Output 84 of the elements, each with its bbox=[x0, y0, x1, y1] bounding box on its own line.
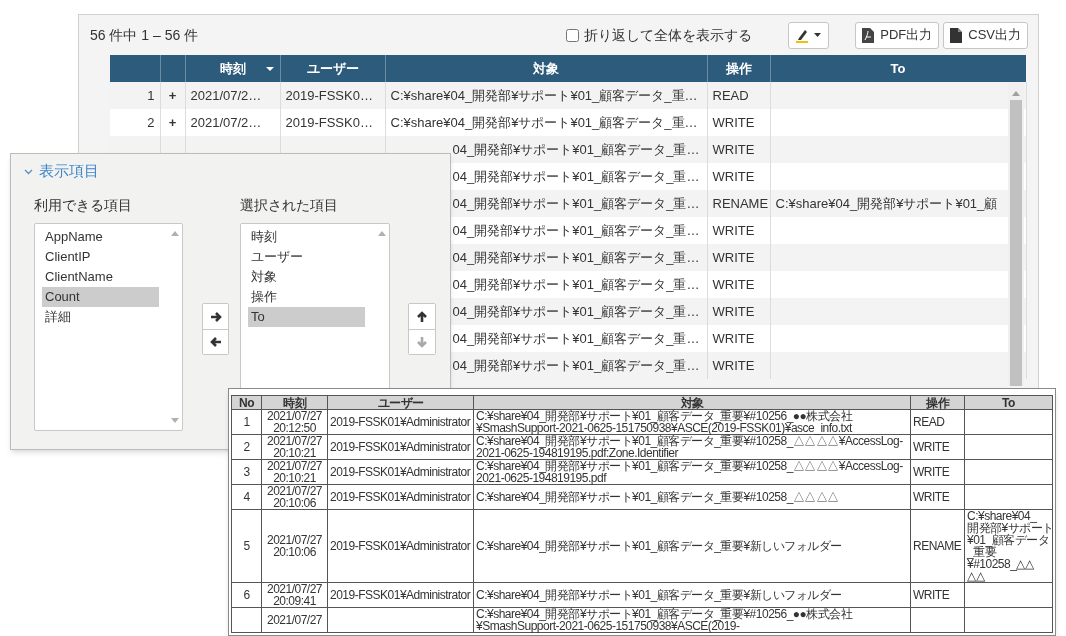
table-cell: 2019-FSSK01¥Administrator bbox=[327, 434, 474, 460]
table-cell: 2021/07/27 20:12:50 bbox=[261, 409, 328, 435]
table-cell: WRITE bbox=[910, 459, 965, 485]
table-cell: WRITE bbox=[707, 352, 770, 379]
table-cell: 2019-FSSK01¥Administrator bbox=[327, 409, 474, 435]
column-header: 操作 bbox=[725, 59, 752, 78]
arrow-up-icon bbox=[415, 309, 429, 324]
expand-toggle[interactable]: + bbox=[168, 87, 177, 103]
expand-toggle[interactable]: + bbox=[168, 114, 177, 130]
list-item[interactable]: 操作 bbox=[248, 287, 365, 307]
list-label: 選択された項目 bbox=[240, 196, 339, 215]
table-cell: 2019-FSSK01¥Administrator bbox=[327, 459, 474, 485]
table-cell: WRITE bbox=[910, 434, 965, 460]
column-header: 時刻 bbox=[261, 395, 328, 410]
list-item[interactable]: Count bbox=[42, 287, 159, 307]
table-cell: C:¥share¥04_開発部¥サポート¥01_顧客データ_重要¥#10256_●●株式会社 ¥SmashSupport-2021-0625-151750938¥ASCE(2019- bbox=[473, 607, 911, 633]
table-cell: C:¥share¥04_開発部¥サポート¥01_顧客データ_重要¥#10258_△△△△¥AccessLog- 2021-0625-194819195.pdf:Zone.Identifier bbox=[473, 434, 911, 460]
scroll-up-icon[interactable] bbox=[1012, 91, 1020, 96]
table-cell: 2021/07/27 20:10:06 bbox=[261, 509, 328, 583]
move-up-button[interactable] bbox=[409, 304, 435, 329]
column-header: 時刻 bbox=[219, 59, 246, 78]
list-item[interactable]: AppName bbox=[42, 227, 159, 247]
column-header: To bbox=[964, 395, 1053, 410]
table-cell: 2 bbox=[231, 434, 262, 460]
result-count: 56 件中 1 – 56 件 bbox=[90, 25, 199, 45]
scroll-up-icon[interactable] bbox=[377, 231, 386, 236]
list-item[interactable]: 詳細 bbox=[42, 307, 159, 327]
scroll-down-icon[interactable] bbox=[170, 418, 179, 423]
list-item[interactable]: ClientName bbox=[42, 267, 159, 287]
table-cell: 2021/07/27 20:10:21 bbox=[261, 459, 328, 485]
file-icon bbox=[950, 27, 963, 43]
csv-export-button[interactable]: CSV出力 bbox=[943, 21, 1028, 49]
table-cell: 2021/07/27 20:10:21 bbox=[261, 434, 328, 460]
list-label: 利用できる項目 bbox=[34, 196, 133, 215]
table-cell: WRITE bbox=[910, 484, 965, 510]
column-header: No bbox=[231, 395, 262, 410]
move-left-button[interactable] bbox=[203, 329, 228, 354]
table-cell: READ bbox=[910, 409, 965, 435]
sort-descending-icon[interactable] bbox=[265, 67, 274, 71]
pdf-export-button[interactable]: PDF出力 bbox=[855, 21, 940, 49]
chevron-down-icon[interactable] bbox=[24, 168, 33, 175]
table-cell: 2019-FSSK01¥Administrator bbox=[327, 509, 474, 583]
table-cell: C:¥share¥04_開発部¥サポート¥01_顧客データ_重要¥#10256_●●株式会社 ¥SmashSupport-2021-0625-151750938¥ASCE(2019-FSSK01)¥asce_info.txt bbox=[473, 409, 911, 435]
column-header: ユーザー bbox=[327, 395, 474, 410]
table-cell: C:¥share¥04_開発部¥サポート¥01_顧客データ_重要¥#10258_△△△△¥AccessLog- 2021-0625-194819195.pdf bbox=[473, 459, 911, 485]
table-cell: 1 bbox=[231, 409, 262, 435]
table-cell: C:¥share¥04_開発部¥サポート¥01_顧客データ_重要¥新しいフォルダー bbox=[473, 509, 911, 583]
column-header: ユーザー bbox=[306, 59, 359, 78]
table-cell: C:¥share¥04_開発部¥サポート¥01_顧客データ_重要¥新しいフォルダー bbox=[473, 582, 911, 608]
column-header: 対象 bbox=[473, 395, 911, 410]
list-item[interactable]: ユーザー bbox=[248, 247, 365, 267]
table-cell: 5 bbox=[231, 509, 262, 583]
column-header: 対象 bbox=[533, 59, 559, 78]
list-item[interactable]: 対象 bbox=[248, 267, 365, 287]
highlight-button[interactable] bbox=[788, 21, 830, 49]
table-cell: 2019-FSSK01¥Administrator bbox=[327, 484, 474, 510]
pdf-file-icon bbox=[862, 27, 875, 43]
checkbox-label[interactable]: 折り返して全体を表示する bbox=[584, 24, 753, 46]
table-cell: 3 bbox=[231, 459, 262, 485]
table-cell: 2021/07/27 bbox=[261, 607, 328, 633]
table-cell: RENAME bbox=[910, 509, 965, 583]
arrow-right-icon bbox=[208, 309, 223, 324]
column-header: 操作 bbox=[910, 395, 965, 410]
arrow-down-icon bbox=[415, 335, 429, 349]
move-right-button[interactable] bbox=[203, 304, 228, 329]
wrap-checkbox[interactable] bbox=[566, 28, 580, 42]
table-cell: C:¥share¥04_ 開発部¥サポート ¥01_顧客データ _重要 ¥#10258_△△ △△ bbox=[964, 509, 1053, 583]
scroll-up-icon[interactable] bbox=[170, 231, 179, 236]
column-header: To bbox=[890, 59, 906, 78]
caret-icon bbox=[814, 33, 822, 37]
table-cell: 6 bbox=[231, 582, 262, 608]
arrow-left-icon bbox=[208, 335, 223, 349]
list-item[interactable]: ClientIP bbox=[42, 247, 159, 267]
table-cell: 2021/07/27 20:10:06 bbox=[261, 484, 328, 510]
table-cell: 4 bbox=[231, 484, 262, 510]
table-cell: 2021/07/27 20:09:41 bbox=[261, 582, 328, 608]
table-cell: WRITE bbox=[910, 582, 965, 608]
list-item[interactable]: 時刻 bbox=[248, 227, 365, 247]
section-title[interactable]: 表示項目 bbox=[39, 160, 99, 183]
list-item[interactable]: To bbox=[248, 307, 365, 327]
pen-icon bbox=[796, 27, 810, 43]
table-cell: 2019-FSSK01¥Administrator bbox=[327, 582, 474, 608]
scrollbar[interactable] bbox=[1008, 83, 1024, 386]
table-cell: C:¥share¥04_開発部¥サポート¥01_顧客データ_重要¥#10258_△△△△ bbox=[473, 484, 911, 510]
